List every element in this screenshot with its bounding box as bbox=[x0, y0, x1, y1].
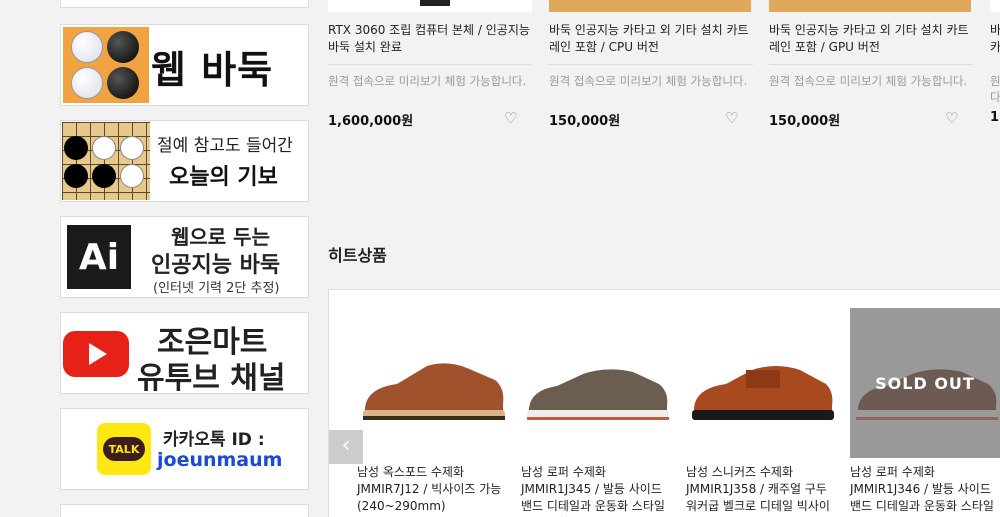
shoe-name[interactable]: 남성 로퍼 수제화 JMMIR1J345 / 발등 사이드 밴드 디테일과 운동… bbox=[521, 464, 671, 517]
banner-line-1: 웹으로 두는 bbox=[171, 225, 270, 249]
product-name[interactable]: 바둑 인공지능 카타고 외 기타 설치 카트레인 포함 / GPU 버전 bbox=[769, 22, 973, 56]
sidebar-banner-top[interactable] bbox=[60, 0, 309, 8]
product-image bbox=[990, 0, 1000, 12]
product-price: 1,600,000원 bbox=[328, 114, 414, 129]
product-name[interactable]: 바둑 인공지능 카타고 외 기타 설치 카트레인 포함 / CPU 버전 bbox=[549, 22, 753, 56]
ai-logo-icon: Ai bbox=[67, 225, 131, 289]
product-name[interactable]: RTX 3060 조립 컴퓨터 본체 / 인공지능 바둑 설치 완료 bbox=[328, 22, 532, 56]
go-stones-image bbox=[63, 27, 149, 103]
heart-icon[interactable]: ♡ bbox=[945, 111, 961, 126]
heart-icon[interactable]: ♡ bbox=[725, 111, 741, 126]
kakao-id: joeunmaum bbox=[157, 449, 283, 471]
product-image bbox=[328, 0, 532, 12]
black-stone bbox=[107, 31, 139, 63]
white-stone bbox=[120, 136, 144, 160]
banner-line-2: 유투브 채널 bbox=[137, 361, 286, 394]
product-name[interactable]: 바 카 bbox=[990, 22, 1000, 56]
shoe-image bbox=[527, 369, 669, 420]
product-desc: 원격 접속으로 미리보기 체험 가능합니다. bbox=[549, 74, 748, 88]
shoe-image bbox=[692, 366, 834, 420]
banner-line-1: 카카오톡 ID : bbox=[163, 430, 265, 450]
banner-subtitle: 절예 참고도 들어간 bbox=[157, 136, 293, 156]
youtube-channel-banner[interactable]: 조은마트 유투브 채널 bbox=[60, 312, 309, 394]
sold-out-overlay: SOLD OUT bbox=[850, 308, 1000, 458]
divider bbox=[328, 64, 532, 65]
shoe-image bbox=[363, 363, 505, 420]
product-card[interactable]: 바 카 원 다 1 bbox=[990, 0, 1000, 135]
page: 웹 바둑판 절예 참고도 들어간 오늘의 기보 Ai 웹으로 두는 인공지능 바… bbox=[0, 0, 1000, 517]
youtube-icon bbox=[63, 331, 129, 377]
product-price: 1 bbox=[990, 110, 1000, 125]
white-stone bbox=[71, 31, 103, 63]
talk-label: TALK bbox=[103, 437, 145, 461]
banner-title: 웹 바둑판 bbox=[151, 48, 274, 105]
product-card[interactable]: 바둑 인공지능 카타고 외 기타 설치 카트레인 포함 / CPU 버전 원격 … bbox=[549, 0, 753, 135]
product-desc: 원격 접속으로 미리보기 체험 가능합니다. bbox=[328, 74, 527, 88]
banner-title: 오늘의 기보 bbox=[169, 165, 278, 190]
product-card[interactable]: RTX 3060 조립 컴퓨터 본체 / 인공지능 바둑 설치 완료 원격 접속… bbox=[328, 0, 532, 135]
product-image bbox=[769, 0, 971, 12]
web-baduk-banner[interactable]: 웹 바둑판 bbox=[60, 24, 309, 106]
section-title: 히트상품 bbox=[328, 246, 387, 265]
black-stone bbox=[107, 67, 139, 99]
go-board-image bbox=[62, 122, 150, 200]
kakaotalk-banner[interactable]: TALK 카카오톡 ID : joeunmaum bbox=[60, 408, 309, 490]
black-stone bbox=[92, 164, 116, 188]
product-price: 150,000원 bbox=[549, 114, 621, 129]
carousel-prev-button[interactable]: ‹ bbox=[329, 430, 363, 464]
shoe-name[interactable]: 남성 스니커즈 수제화 JMMIR1J358 / 캐주얼 구두 워커굽 벨크로 … bbox=[686, 464, 836, 517]
divider bbox=[769, 64, 973, 65]
product-price: 150,000원 bbox=[769, 114, 841, 129]
hit-products-carousel: 남성 옥스포드 수제화 JMMIR7J12 / 빅사이즈 가능 (240~290… bbox=[328, 289, 1000, 517]
heart-icon[interactable]: ♡ bbox=[504, 111, 520, 126]
white-stone bbox=[120, 164, 144, 188]
ai-baduk-banner[interactable]: Ai 웹으로 두는 인공지능 바둑 (인터넷 기력 2단 추정) bbox=[60, 216, 309, 298]
today-game-record-banner[interactable]: 절예 참고도 들어간 오늘의 기보 bbox=[60, 120, 309, 202]
banner-line-2: 인공지능 바둑 bbox=[151, 253, 281, 278]
sidebar-banner-bottom[interactable] bbox=[60, 504, 309, 517]
black-stone bbox=[64, 136, 88, 160]
shoe-name[interactable]: 남성 옥스포드 수제화 JMMIR7J12 / 빅사이즈 가능 (240~290… bbox=[357, 464, 507, 515]
kakaotalk-icon: TALK bbox=[97, 423, 151, 475]
black-stone bbox=[64, 164, 88, 188]
product-desc: 원 다 bbox=[990, 74, 1000, 104]
white-stone bbox=[92, 136, 116, 160]
product-desc: 원격 접속으로 미리보기 체험 가능합니다. bbox=[769, 74, 968, 88]
white-stone bbox=[71, 67, 103, 99]
shoe-name[interactable]: 남성 로퍼 수제화 JMMIR1J346 / 발등 사이드 밴드 디테일과 운동… bbox=[850, 464, 1000, 517]
sold-out-label: SOLD OUT bbox=[875, 374, 975, 393]
product-card[interactable]: 바둑 인공지능 카타고 외 기타 설치 카트레인 포함 / GPU 버전 원격 … bbox=[769, 0, 973, 135]
product-image bbox=[549, 0, 751, 12]
banner-line-3: (인터넷 기력 2단 추정) bbox=[153, 281, 280, 296]
divider bbox=[549, 64, 753, 65]
